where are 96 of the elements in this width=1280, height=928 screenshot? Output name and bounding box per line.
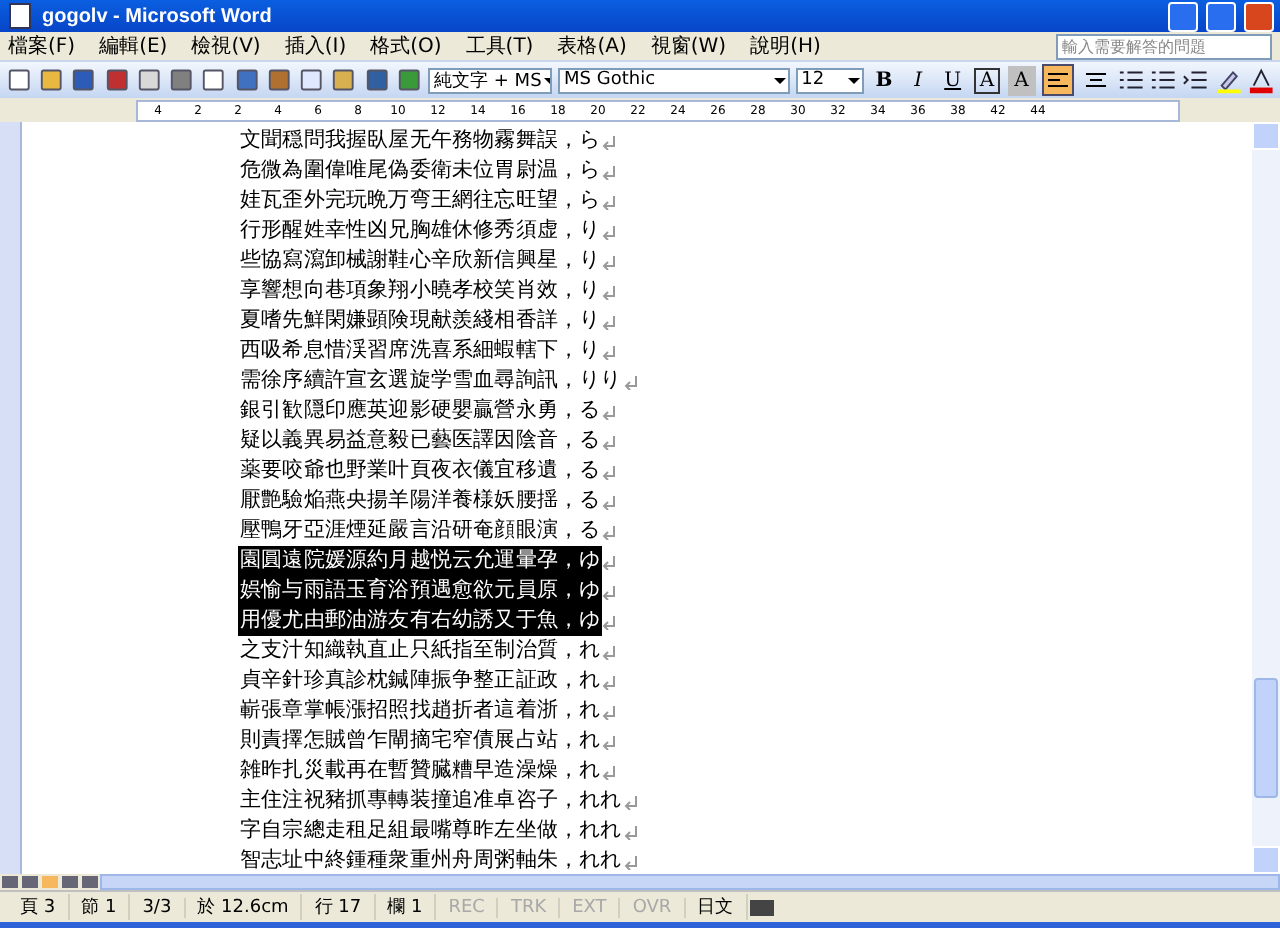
border-button[interactable]: A [972, 65, 1002, 95]
scroll-thumb[interactable] [1254, 678, 1278, 798]
paragraph-mark-icon [602, 643, 617, 659]
document-line: 危微為圍偉唯尾偽委衛未位胃尉温，ら [238, 156, 603, 186]
maximize-button[interactable] [1206, 1, 1236, 31]
menu-item[interactable]: 檔案(F) [8, 32, 76, 60]
size-dropdown[interactable]: 12 [795, 67, 864, 93]
document-line: 需徐序續許宣玄選旋学雪血尋詢訊，りり [238, 366, 624, 396]
close-button[interactable] [1244, 1, 1274, 31]
status-field: 行 17 [302, 894, 376, 920]
outline-view-icon[interactable] [60, 874, 80, 890]
document-line: 之支汁知織執直止只紙指至制治質，れ [238, 636, 603, 666]
document-line: 銀引歓隠印應英迎影硬嬰贏營永勇，る [238, 396, 603, 426]
window-title: gogolv - Microsoft Word [42, 5, 274, 27]
numbered-list-icon[interactable] [1117, 66, 1145, 94]
paragraph-mark-icon [602, 403, 617, 419]
paragraph-mark-icon [602, 433, 617, 449]
paragraph-mark-icon [623, 373, 638, 389]
menu-item[interactable]: 表格(A) [557, 32, 627, 60]
align-left-button[interactable] [1041, 64, 1074, 96]
status-field: 於 12.6cm [185, 894, 303, 920]
paragraph-mark-icon [623, 853, 638, 869]
font-color-icon[interactable] [1247, 66, 1274, 94]
status-field: TRK [498, 897, 561, 917]
menu-item[interactable]: 格式(O) [370, 32, 442, 60]
document-line: 享響想向巷項象翔小曉孝校笑肖效，り [238, 276, 603, 306]
document-line: 文聞穏問我握臥屋无午務物霧舞誤，ら [238, 126, 603, 156]
status-field: 3/3 [130, 897, 186, 917]
paragraph-mark-icon [602, 163, 617, 179]
document-line: 則責擇怎賊曾乍閘摘宅窄債展占站，れ [238, 726, 603, 756]
menu-item[interactable]: 說明(H) [750, 32, 821, 60]
paragraph-mark-icon [602, 613, 617, 629]
document-line: 西吸希息惜渓習席洗喜系細蝦轄下，り [238, 336, 603, 366]
highlighter-icon[interactable] [1215, 66, 1242, 94]
status-field: REC [436, 897, 499, 917]
document-line: 雑昨扎災載再在暫贊臓糟早造澡燥，れ [238, 756, 603, 786]
document-line: 字自宗總走租足組最嘴尊昨左坐做，れれ [238, 816, 624, 846]
document-line: 行形醒姓幸性凶兄胸雄休修秀須虚，り [238, 216, 603, 246]
paragraph-mark-icon [602, 763, 617, 779]
menu-item[interactable]: 編輯(E) [99, 32, 168, 60]
lines-icon [1085, 71, 1106, 89]
document-icon [6, 2, 34, 30]
paragraph-mark-icon [602, 703, 617, 719]
status-field: OVR [620, 897, 686, 917]
document-line: 厭艶驗焔燕央揚羊陽洋養様妖腰揺，る [238, 486, 603, 516]
document-line: 薬要咬爺也野業叶頁夜衣儀宜移遺，る [238, 456, 603, 486]
paragraph-mark-icon [602, 313, 617, 329]
document-line: 嶄張章掌帳漲招照找趙折者這着浙，れ [238, 696, 603, 726]
paragraph-mark-icon [602, 523, 617, 539]
document-line: 疑以義異易益意毅已藝医譯因陰音，る [238, 426, 603, 456]
document-line: 娃瓦歪外完玩晩万弯王網往忘旺望，ら [238, 186, 603, 216]
status-field: 節 1 [69, 894, 131, 920]
status-field: 頁 3 [8, 894, 70, 920]
paragraph-mark-icon [602, 733, 617, 749]
status-field: EXT [560, 897, 621, 917]
minimize-button[interactable] [1168, 1, 1198, 31]
help-search-field[interactable]: 輸入需要解答的問題 [1056, 33, 1272, 59]
menu-item[interactable]: 工具(T) [465, 32, 534, 60]
paragraph-mark-icon [602, 673, 617, 689]
paragraph-mark-icon [602, 193, 617, 209]
menu-item[interactable]: 插入(I) [284, 32, 347, 60]
lines-icon [1047, 71, 1068, 89]
paragraph-mark-icon [602, 583, 617, 599]
paragraph-mark-icon [602, 343, 617, 359]
bulleted-list-icon[interactable] [1150, 66, 1177, 94]
font-dropdown[interactable]: MS Gothic [558, 67, 790, 93]
document-line: 智志址中終鍾種衆重州舟周粥軸朱，れれ [238, 846, 624, 876]
status-field: 欄 1 [375, 894, 437, 920]
reading-view-icon[interactable] [80, 874, 100, 890]
vertical-scrollbar[interactable] [1252, 122, 1280, 874]
document-line: 貞辛針珍真診枕鍼陣振争整正証政，れ [238, 666, 603, 696]
document-line: 夏嗜先鮮閑嫌顕険現献羨綫相香詳，り [238, 306, 603, 336]
web-view-icon[interactable] [20, 874, 40, 890]
document-line: 主住注祝豬抓專轉装撞追准卓咨子，れれ [238, 786, 624, 816]
shade-button[interactable]: A [1007, 65, 1036, 95]
horizontal-scrollbar[interactable] [100, 874, 1280, 890]
paragraph-mark-icon [602, 223, 617, 239]
normal-view-icon[interactable] [0, 874, 20, 890]
indent-icon[interactable] [1182, 66, 1209, 94]
underline-button[interactable]: U [938, 65, 967, 95]
paragraph-mark-icon [602, 253, 617, 269]
paragraph-mark-icon [602, 493, 617, 509]
menu-item[interactable]: 檢視(V) [191, 32, 261, 60]
paragraph-mark-icon [602, 463, 617, 479]
paragraph-mark-icon [602, 133, 617, 149]
style-dropdown[interactable]: 純文字 + MS [428, 67, 553, 93]
paragraph-mark-icon [602, 553, 617, 569]
bold-button[interactable]: B [869, 65, 899, 95]
paragraph-mark-icon [602, 283, 617, 299]
paragraph-mark-icon [623, 793, 638, 809]
paragraph-mark-icon [623, 823, 638, 839]
document-line: 壓鴨牙亞涯煙延嚴言沿研奄顔眼演，る [238, 516, 603, 546]
italic-button[interactable]: I [904, 65, 933, 95]
menu-item[interactable]: 視窗(W) [650, 32, 727, 60]
document-line: 些協寫瀉卸械謝鞋心辛欣新信興星，り [238, 246, 603, 276]
status-field: 日文 [685, 894, 748, 920]
